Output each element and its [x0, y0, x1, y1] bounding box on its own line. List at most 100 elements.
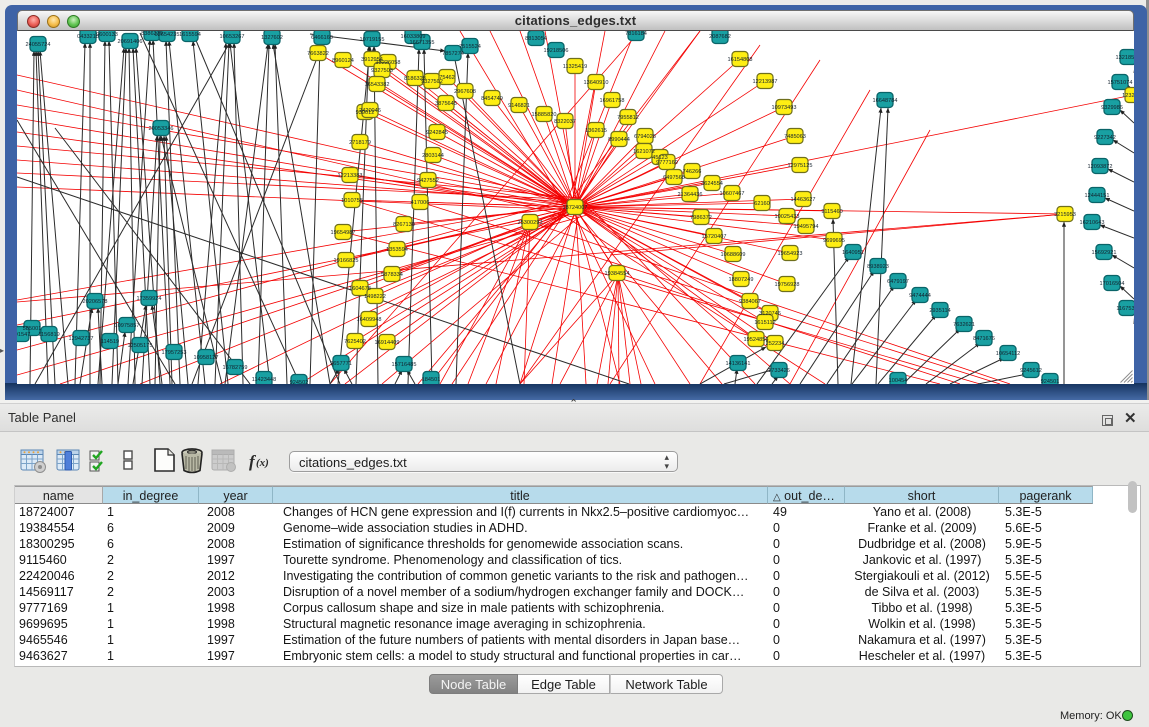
svg-text:18807249: 18807249: [729, 277, 754, 283]
svg-text:2935114: 2935114: [929, 308, 950, 314]
svg-text:3120746: 3120746: [759, 311, 781, 317]
svg-text:184501: 184501: [422, 377, 441, 383]
svg-text:17016504: 17016504: [1100, 281, 1125, 287]
svg-text:11423448: 11423448: [252, 377, 276, 383]
svg-text:24055724: 24055724: [26, 42, 51, 48]
svg-text:15885820: 15885820: [532, 112, 557, 118]
svg-text:5878334: 5878334: [381, 272, 403, 278]
svg-text:9657771: 9657771: [330, 361, 352, 367]
svg-text:12975125: 12975125: [788, 163, 813, 169]
svg-text:2420046: 2420046: [359, 108, 381, 114]
svg-text:17957253: 17957253: [162, 350, 187, 356]
svg-text:16409948: 16409948: [357, 317, 382, 323]
svg-text:252234: 252234: [766, 341, 785, 347]
svg-text:1156819: 1156819: [38, 332, 59, 338]
svg-text:16648784: 16648784: [873, 98, 898, 104]
svg-text:10719155: 10719155: [360, 37, 385, 43]
svg-text:7632621: 7632621: [953, 322, 975, 328]
svg-text:19166825: 19166825: [334, 258, 359, 264]
svg-text:2803144: 2803144: [422, 153, 444, 159]
svg-text:10607467: 10607467: [720, 191, 745, 197]
svg-text:8471676: 8471676: [973, 336, 995, 342]
svg-text:9146821: 9146821: [508, 103, 530, 109]
svg-text:9474444: 9474444: [909, 293, 931, 299]
svg-text:13640910: 13640910: [584, 80, 609, 86]
svg-text:9227342: 9227342: [1094, 135, 1116, 141]
svg-text:7663822: 7663822: [307, 51, 329, 57]
svg-text:8267130: 8267130: [393, 222, 415, 228]
svg-text:13218506: 13218506: [1116, 55, 1134, 61]
svg-text:7485063: 7485063: [784, 134, 806, 140]
svg-text:7816184: 7816184: [625, 31, 647, 37]
svg-text:18724007: 18724007: [563, 205, 588, 211]
svg-text:13226058: 13226058: [376, 60, 401, 66]
svg-text:7955812: 7955812: [617, 115, 639, 121]
svg-text:16543382: 16543382: [365, 82, 390, 88]
svg-text:9329986: 9329986: [1101, 105, 1123, 111]
svg-text:12213383: 12213383: [338, 173, 363, 179]
svg-text:391547: 391547: [17, 332, 30, 338]
svg-text:25300293: 25300293: [518, 220, 543, 226]
svg-text:16961758: 16961758: [600, 98, 625, 104]
svg-text:14463627: 14463627: [791, 197, 816, 203]
svg-text:1232510: 1232510: [1122, 93, 1134, 99]
svg-text:1498222: 1498222: [364, 294, 386, 300]
svg-text:114519: 114519: [101, 339, 119, 345]
svg-text:1362615: 1362615: [585, 128, 607, 134]
svg-text:20053346: 20053346: [149, 126, 174, 132]
svg-text:17359924: 17359924: [137, 296, 162, 302]
svg-text:10958127: 10958127: [194, 355, 219, 361]
svg-text:8990444: 8990444: [608, 137, 630, 143]
svg-text:14136141: 14136141: [726, 361, 751, 367]
svg-text:1167534: 1167534: [1116, 306, 1134, 312]
svg-text:12505175: 12505175: [128, 343, 153, 349]
svg-text:924502: 924502: [290, 380, 309, 384]
svg-text:924501: 924501: [1041, 379, 1060, 384]
svg-text:16671355: 16671355: [410, 40, 435, 46]
svg-text:8938923: 8938923: [867, 264, 889, 270]
svg-text:7625402: 7625402: [344, 339, 366, 345]
svg-text:12213987: 12213987: [753, 79, 778, 85]
svg-text:9245612: 9245612: [1020, 368, 1042, 374]
svg-text:15720407: 15720407: [702, 234, 727, 240]
svg-text:75462: 75462: [439, 75, 455, 81]
svg-text:6794028: 6794028: [634, 134, 656, 140]
svg-text:3215953: 3215953: [1054, 212, 1076, 218]
svg-text:16782759: 16782759: [223, 365, 248, 371]
svg-text:7857274: 7857274: [442, 51, 464, 57]
svg-text:10025433: 10025433: [775, 214, 800, 220]
svg-text:746266: 746266: [683, 169, 702, 175]
svg-text:8454749: 8454749: [481, 96, 503, 102]
svg-text:2967608: 2967608: [454, 89, 476, 95]
svg-text:11325419: 11325419: [563, 64, 587, 70]
svg-text:1733426: 1733426: [768, 368, 790, 374]
svg-text:9600133: 9600133: [96, 32, 118, 38]
svg-text:1010755: 1010755: [341, 198, 363, 204]
svg-text:15692921: 15692921: [1092, 250, 1117, 256]
svg-text:10688609: 10688609: [721, 252, 746, 258]
svg-text:6497568: 6497568: [663, 175, 685, 181]
svg-text:16033809: 16033809: [401, 34, 426, 40]
svg-text:9327503: 9327503: [371, 68, 393, 74]
svg-text:16154808: 16154808: [728, 57, 753, 63]
svg-text:1640951: 1640951: [842, 250, 864, 256]
svg-text:1327602: 1327602: [261, 35, 283, 41]
svg-text:19218506: 19218506: [544, 48, 569, 54]
svg-text:15716485: 15716485: [392, 362, 417, 368]
svg-text:12942737: 12942737: [69, 336, 94, 342]
svg-text:9242845: 9242845: [426, 130, 448, 136]
svg-text:9384067: 9384067: [739, 299, 761, 305]
svg-text:8960124: 8960124: [332, 58, 354, 64]
svg-text:9777169: 9777169: [656, 160, 678, 166]
svg-text:19756928: 19756928: [775, 282, 800, 288]
svg-text:10653267: 10653267: [220, 34, 245, 40]
svg-text:1353594: 1353594: [386, 247, 408, 253]
svg-text:2087682: 2087682: [709, 34, 731, 40]
svg-text:3875645: 3875645: [435, 101, 457, 107]
svg-text:9115460: 9115460: [821, 209, 842, 215]
svg-text:21364436: 21364436: [678, 192, 703, 198]
svg-text:8322037: 8322037: [554, 119, 576, 125]
svg-text:100454: 100454: [889, 378, 908, 384]
svg-text:6466160: 6466160: [311, 35, 333, 41]
svg-text:20691406: 20691406: [118, 39, 143, 45]
